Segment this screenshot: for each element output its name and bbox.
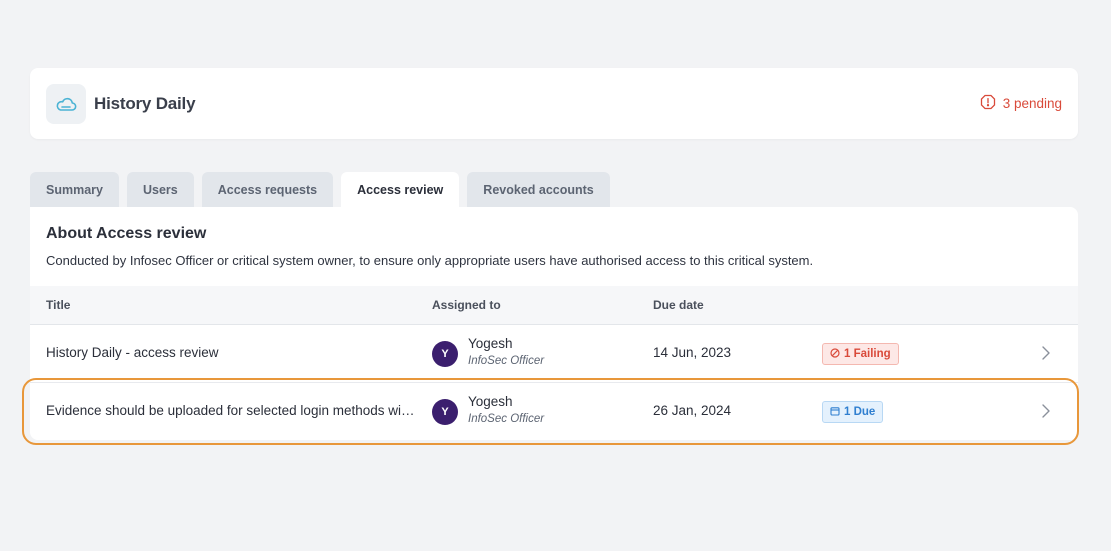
review-title: Evidence should be uploaded for selected… bbox=[46, 403, 418, 418]
assignee-role: InfoSec Officer bbox=[468, 355, 545, 367]
chevron-right-icon[interactable] bbox=[1041, 403, 1051, 422]
pending-count: 3 pending bbox=[1002, 96, 1062, 111]
table-row[interactable]: History Daily - access review Y Yogesh I… bbox=[30, 325, 1078, 383]
status-badge: 1 Failing bbox=[822, 343, 899, 365]
chevron-right-icon[interactable] bbox=[1041, 345, 1051, 364]
ban-icon bbox=[830, 347, 840, 361]
status-label: 1 Failing bbox=[844, 348, 891, 360]
column-header-due-date: Due date bbox=[653, 298, 704, 312]
table-row[interactable]: Evidence should be uploaded for selected… bbox=[30, 383, 1078, 441]
column-header-title: Title bbox=[46, 298, 71, 312]
assignee-role: InfoSec Officer bbox=[468, 413, 545, 425]
review-title: History Daily - access review bbox=[46, 345, 219, 360]
access-review-panel: About Access review Conducted by Infosec… bbox=[30, 207, 1078, 440]
tab-summary[interactable]: Summary bbox=[30, 172, 119, 207]
tab-access-review[interactable]: Access review bbox=[341, 172, 460, 207]
avatar: Y bbox=[432, 399, 458, 425]
tab-users[interactable]: Users bbox=[126, 172, 194, 207]
tab-access-requests[interactable]: Access requests bbox=[201, 172, 334, 207]
warning-octagon-icon bbox=[980, 94, 996, 113]
section-title: About Access review bbox=[46, 225, 207, 242]
due-date: 14 Jun, 2023 bbox=[653, 345, 732, 360]
assignee-name: Yogesh bbox=[468, 336, 513, 351]
column-header-assigned-to: Assigned to bbox=[432, 298, 501, 312]
status-label: 1 Due bbox=[844, 406, 876, 418]
status-badge: 1 Due bbox=[822, 401, 884, 423]
tab-bar: Summary Users Access requests Access rev… bbox=[30, 172, 610, 207]
section-description: Conducted by Infosec Officer or critical… bbox=[46, 253, 814, 268]
due-date: 26 Jan, 2024 bbox=[653, 403, 732, 418]
system-header-card: History Daily 3 pending bbox=[30, 68, 1078, 139]
avatar: Y bbox=[432, 341, 458, 367]
assignee-name: Yogesh bbox=[468, 394, 513, 409]
calendar-icon bbox=[830, 406, 840, 419]
system-title: History Daily bbox=[94, 93, 196, 113]
pending-indicator[interactable]: 3 pending bbox=[980, 94, 1062, 113]
cloud-icon bbox=[46, 83, 86, 124]
tab-revoked-accounts[interactable]: Revoked accounts bbox=[467, 172, 610, 207]
table-header: Title Assigned to Due date bbox=[30, 286, 1078, 325]
